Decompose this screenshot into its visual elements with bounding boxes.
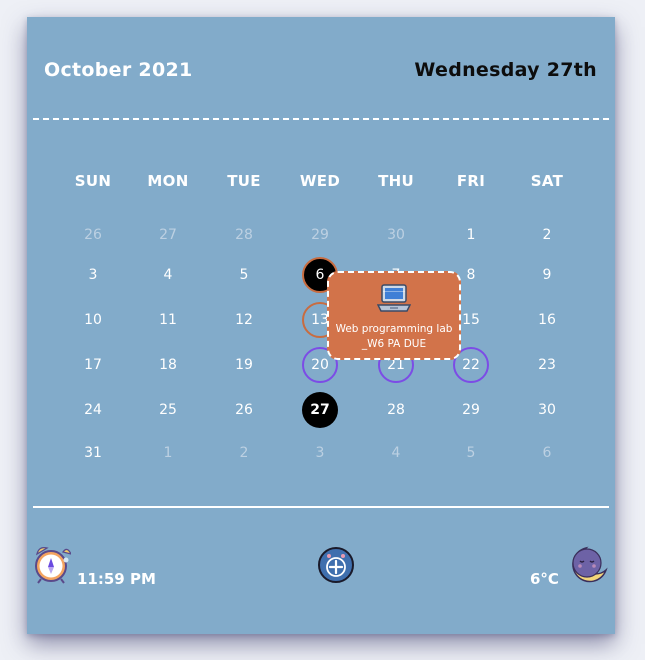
day-cell[interactable]: 30 <box>529 392 565 428</box>
day-cell[interactable]: 31 <box>75 435 111 471</box>
day-cell[interactable]: 28 <box>226 217 262 253</box>
current-date-label: Wednesday 27th <box>414 59 597 81</box>
day-cell[interactable]: 12 <box>226 302 262 338</box>
weekday-sun: SUN <box>74 172 112 190</box>
day-cell[interactable]: 6 <box>529 435 565 471</box>
weekday-mon: MON <box>147 172 189 190</box>
day-cell[interactable]: 2 <box>529 217 565 253</box>
weekday-tue: TUE <box>227 172 261 190</box>
day-cell[interactable]: 9 <box>529 257 565 293</box>
day-cell[interactable]: 5 <box>226 257 262 293</box>
day-cell[interactable]: 18 <box>150 347 186 383</box>
add-event-button[interactable] <box>318 547 354 583</box>
day-cell[interactable]: 3 <box>75 257 111 293</box>
month-year-title: October 2021 <box>44 59 193 81</box>
event-text: Web programming lab _W6 PA DUE <box>335 323 453 350</box>
day-cell[interactable]: 29 <box>302 217 338 253</box>
moon-icon <box>568 544 610 590</box>
day-cell[interactable]: 26 <box>226 392 262 428</box>
day-cell[interactable]: 10 <box>75 302 111 338</box>
day-cell[interactable]: 3 <box>302 435 338 471</box>
day-cell[interactable]: 16 <box>529 302 565 338</box>
day-cell[interactable]: 23 <box>529 347 565 383</box>
day-cell[interactable]: 1 <box>150 435 186 471</box>
weekday-sat: SAT <box>530 172 564 190</box>
weekday-thu: THU <box>378 172 414 190</box>
day-cell[interactable]: 25 <box>150 392 186 428</box>
day-cell[interactable]: 4 <box>378 435 414 471</box>
time-label: 11:59 PM <box>77 570 156 588</box>
day-cell[interactable]: 11 <box>150 302 186 338</box>
day-cell[interactable]: 17 <box>75 347 111 383</box>
laptop-icon <box>376 283 412 319</box>
day-cell[interactable]: 29 <box>453 392 489 428</box>
plus-icon <box>326 554 346 577</box>
day-cell[interactable]: 28 <box>378 392 414 428</box>
day-cell[interactable]: 26 <box>75 217 111 253</box>
alarm-clock-icon[interactable] <box>33 544 73 588</box>
day-cell[interactable]: 4 <box>150 257 186 293</box>
temperature-label: 6°C <box>530 570 559 588</box>
day-cell[interactable]: 2 <box>226 435 262 471</box>
day-cell[interactable]: 5 <box>453 435 489 471</box>
day-cell[interactable]: 27 <box>150 217 186 253</box>
event-tooltip[interactable]: Web programming lab _W6 PA DUE <box>327 271 461 360</box>
weekday-wed: WED <box>299 172 341 190</box>
footer-divider <box>33 506 609 508</box>
day-cell[interactable]: 19 <box>226 347 262 383</box>
day-cell[interactable]: 24 <box>75 392 111 428</box>
day-cell[interactable]: 1 <box>453 217 489 253</box>
day-cell[interactable]: 30 <box>378 217 414 253</box>
calendar-widget: October 2021 Wednesday 27th SUN MON TUE WED… <box>27 17 615 634</box>
weekday-fri: FRI <box>456 172 486 190</box>
day-cell-today[interactable]: 27 <box>302 392 338 428</box>
header-divider <box>33 118 609 120</box>
